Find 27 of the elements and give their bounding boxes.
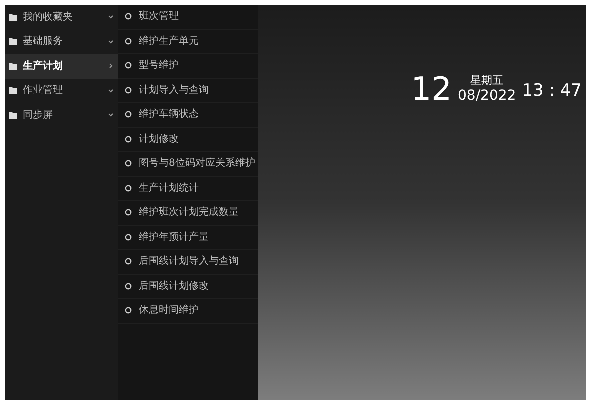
sidebar-item[interactable]: 生产计划 — [5, 54, 118, 78]
submenu-label: 维护生产单元 — [139, 34, 199, 49]
submenu-label: 型号维护 — [139, 58, 179, 74]
sidebar-label: 作业管理 — [23, 84, 64, 98]
submenu-label: 维护年预计产量 — [139, 230, 209, 245]
clock-date: 08/2022 — [458, 88, 516, 105]
clock-weekday: 星期五 — [470, 74, 504, 88]
submenu-label: 计划修改 — [139, 132, 179, 147]
sidebar-label: 我的收藏夹 — [23, 10, 74, 25]
sidebar-item[interactable]: 我的收藏夹 — [5, 5, 118, 30]
submenu-label: 后围线计划导入与查询 — [139, 254, 239, 270]
submenu-label: 后围线计划修改 — [139, 280, 209, 294]
sidebar-label: 基础服务 — [23, 34, 64, 50]
submenu-label: 图号与8位码对应关系维护 — [139, 156, 256, 172]
sidebar-item[interactable]: 同步屏 — [5, 103, 118, 128]
sidebar-item[interactable]: 作业管理 — [5, 78, 118, 103]
submenu-label: 维护车辆状态 — [139, 108, 199, 122]
sidebar-item[interactable]: 基础服务 — [5, 30, 118, 54]
submenu-label: 班次管理 — [139, 10, 179, 24]
submenu-label: 计划导入与查询 — [139, 84, 209, 98]
sidebar-label: 同步屏 — [23, 108, 54, 123]
submenu-label: 休息时间维护 — [139, 304, 199, 318]
submenu-label: 维护班次计划完成数量 — [139, 206, 239, 220]
clock-time: 13 : 47 — [522, 82, 582, 100]
submenu-label: 生产计划统计 — [139, 182, 199, 196]
sidebar-label: 生产计划 — [23, 60, 64, 74]
clock-day: 12 — [411, 73, 452, 105]
